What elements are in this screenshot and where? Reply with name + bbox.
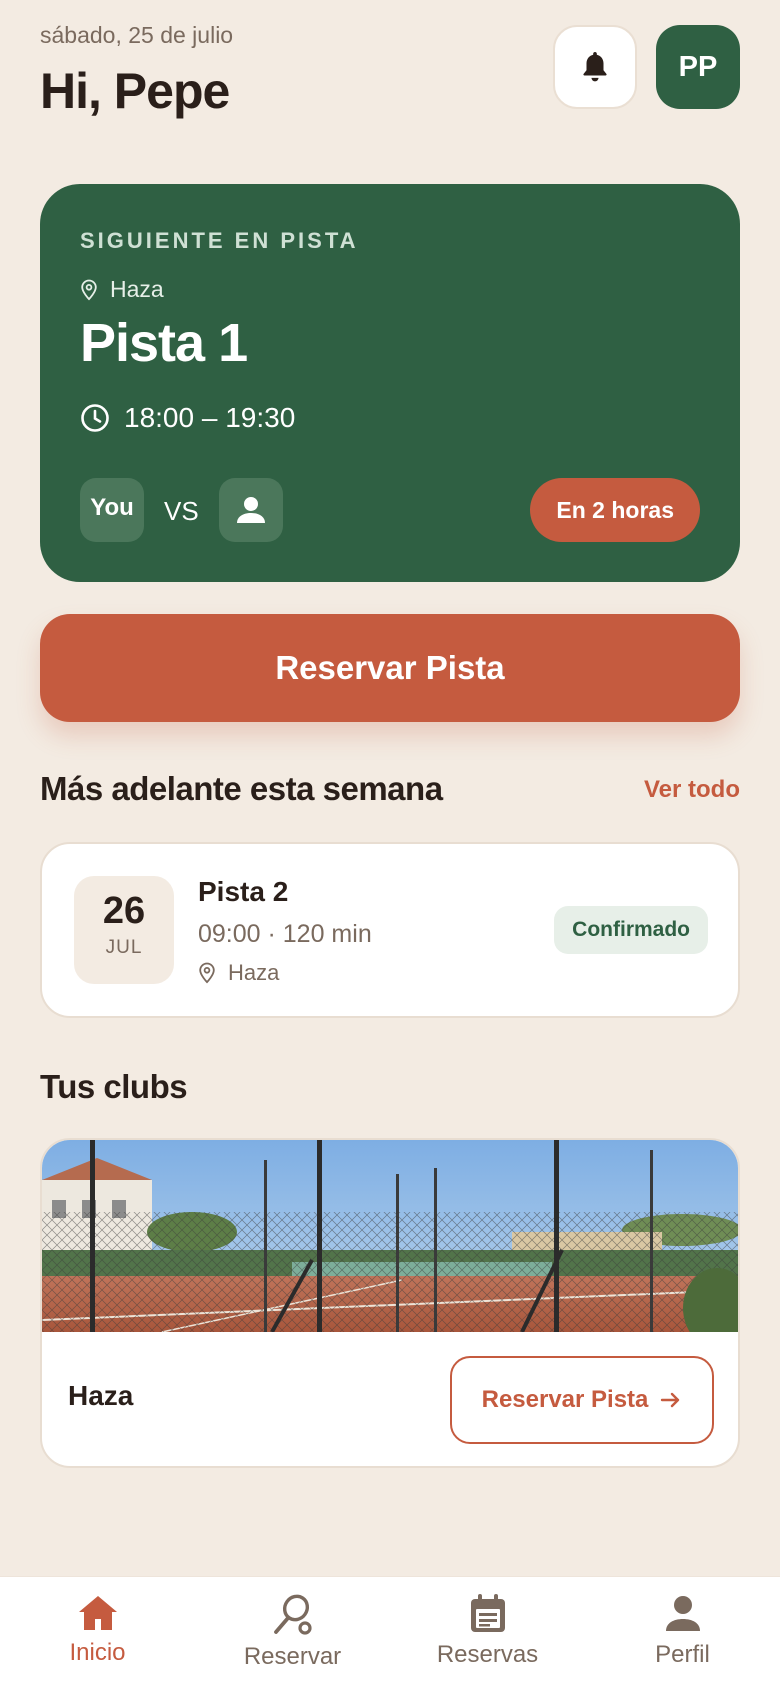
tab-label-reservas: Reservas <box>436 1641 539 1668</box>
bottom-tab-bar: Inicio Reservar Reservas Perfil <box>0 1576 780 1688</box>
arrow-right-icon <box>661 1392 680 1408</box>
calendar-icon <box>470 1594 505 1632</box>
tab-label-reservar: Reservar <box>243 1643 342 1670</box>
next-match-club-name: Haza <box>110 276 164 302</box>
person-icon <box>665 1596 700 1631</box>
booking-club-name: Haza <box>228 960 280 985</box>
clubs-section-title: Tus clubs <box>40 1068 188 1105</box>
location-pin-icon <box>199 962 215 984</box>
booking-club: Haza <box>198 960 279 986</box>
next-match-club: Haza <box>80 276 164 303</box>
avatar[interactable]: PP <box>656 25 740 109</box>
club-name: Haza <box>68 1380 134 1411</box>
match-players: You VS <box>80 478 283 542</box>
booking-court: Pista 2 <box>198 876 289 907</box>
next-match-card[interactable]: SIGUIENTE EN PISTA Haza Pista 1 18:00 – … <box>40 184 740 582</box>
see-all-link[interactable]: Ver todo <box>644 776 740 804</box>
booking-card[interactable]: 26 JUL Pista 2 09:00 · 120 min Haza Conf… <box>40 842 740 1018</box>
next-match-time-text: 18:00 – 19:30 <box>124 402 296 433</box>
club-photo <box>42 1140 738 1332</box>
tab-inicio[interactable]: Inicio <box>0 1577 195 1688</box>
club-book-button[interactable]: Reservar Pista <box>450 1356 714 1444</box>
current-date: sábado, 25 de julio <box>40 22 234 48</box>
booking-month: JUL <box>105 937 143 958</box>
booking-meta: 09:00 · 120 min <box>198 920 372 948</box>
tab-label-perfil: Perfil <box>655 1641 710 1668</box>
next-match-time: 18:00 – 19:30 <box>80 402 295 434</box>
clock-icon <box>81 404 109 432</box>
bell-icon <box>583 51 607 82</box>
opponent-slot[interactable] <box>218 478 283 542</box>
tab-perfil[interactable]: Perfil <box>585 1577 780 1688</box>
countdown-badge: En 2 horas <box>530 478 700 542</box>
racket-icon <box>273 1594 312 1635</box>
player-you-chip: You <box>80 478 144 542</box>
club-book-label: Reservar Pista <box>481 1386 649 1413</box>
status-badge: Confirmado <box>554 906 708 954</box>
booking-day: 26 <box>102 890 146 932</box>
next-match-eyebrow: SIGUIENTE EN PISTA <box>80 228 359 253</box>
notifications-button[interactable] <box>553 25 637 109</box>
home-icon <box>78 1596 117 1630</box>
location-pin-icon <box>81 279 97 300</box>
header: sábado, 25 de julio Hi, Pepe PP <box>40 20 740 120</box>
next-match-court: Pista 1 <box>80 313 248 373</box>
greeting: Hi, Pepe <box>40 63 230 119</box>
person-icon <box>236 497 265 523</box>
tab-label-inicio: Inicio <box>69 1639 126 1666</box>
tab-reservas[interactable]: Reservas <box>390 1577 585 1688</box>
club-card[interactable]: Haza Reservar Pista <box>40 1138 740 1468</box>
upcoming-section-title: Más adelante esta semana <box>40 770 443 807</box>
booking-date-box: 26 JUL <box>74 876 174 984</box>
book-court-button[interactable]: Reservar Pista <box>40 614 740 722</box>
versus-label: VS <box>164 495 199 526</box>
tab-reservar[interactable]: Reservar <box>195 1577 390 1688</box>
